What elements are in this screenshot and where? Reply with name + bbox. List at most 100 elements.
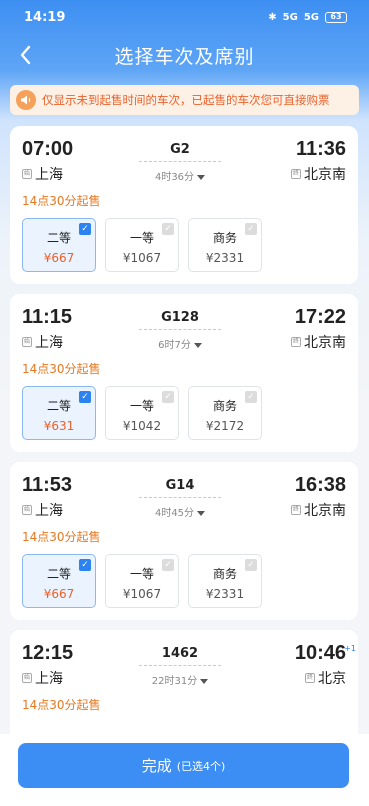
seat-price: ¥1067 (122, 251, 162, 265)
departure-station: 始上海 (22, 332, 63, 352)
origin-badge: 始 (22, 337, 32, 347)
seat-options: ✓ 二等 ¥667 ✓ 一等 ¥1067 ✓ 商务 ¥2331 (22, 218, 262, 272)
duration-text: 22时31分 (151, 676, 198, 687)
checkbox-icon[interactable]: ✓ (245, 559, 257, 571)
back-button[interactable] (14, 42, 40, 68)
duration-toggle[interactable]: 4时36分 (134, 168, 226, 183)
seat-price: ¥1067 (122, 587, 162, 601)
chevron-left-icon (20, 45, 31, 65)
status-time: 14:19 (24, 9, 66, 25)
nav-bar: 选择车次及席别 (0, 34, 369, 76)
selected-count: (已选4个) (176, 759, 226, 773)
sale-start-time: 14点30分起售 (22, 698, 101, 712)
arrival-time: 11:36 (295, 138, 346, 160)
checkbox-icon[interactable]: ✓ (162, 391, 174, 403)
departure-station-name: 上海 (35, 503, 63, 519)
notice-banner: 仅显示未到起售时间的车次，已起售的车次您可直接购票 (10, 85, 359, 115)
train-number: G128 (161, 310, 199, 325)
battery-icon: 63 (325, 11, 347, 23)
checkbox-icon[interactable]: ✓ (162, 559, 174, 571)
seat-options: ✓ 二等 ¥631 ✓ 一等 ¥1042 ✓ 商务 ¥2172 (22, 386, 262, 440)
seat-option[interactable]: ✓ 一等 ¥1067 (105, 554, 179, 608)
arrival-time: 17:22 (294, 306, 346, 328)
departure-station: 始上海 (22, 500, 63, 520)
train-number: G2 (170, 142, 190, 157)
next-day-badge: +1 (344, 644, 356, 653)
train-list: 07:00 G2 4时36分 11:36 始上海终北京南 14点30分起售 ✓ 二等 ¥667 ✓… (10, 126, 358, 798)
seat-option[interactable]: ✓ 二等 ¥667 (22, 554, 96, 608)
route-divider (139, 665, 221, 666)
checkbox-icon[interactable]: ✓ (79, 223, 91, 235)
seat-option[interactable]: ✓ 二等 ¥631 (22, 386, 96, 440)
signal-icon: 5G (282, 11, 298, 23)
done-button[interactable]: 完成 (已选4个) (18, 743, 349, 788)
seat-price: ¥2331 (205, 251, 245, 265)
page-title: 选择车次及席别 (114, 45, 255, 68)
megaphone-icon (16, 90, 36, 110)
checkbox-icon[interactable]: ✓ (245, 391, 257, 403)
duration-toggle[interactable]: 6时7分 (134, 336, 226, 351)
seat-option[interactable]: ✓ 一等 ¥1067 (105, 218, 179, 272)
bottom-bar: 完成 (已选4个) (0, 734, 369, 806)
caret-down-icon (200, 678, 209, 684)
caret-down-icon (197, 510, 206, 516)
seat-price: ¥1042 (122, 419, 162, 433)
arrival-station: 终北京南 (291, 332, 346, 352)
checkbox-icon[interactable]: ✓ (79, 559, 91, 571)
status-bar: 14:19 ✱ 5G 5G 63 (0, 0, 369, 34)
route-divider (139, 329, 221, 330)
departure-station-name: 上海 (35, 335, 63, 351)
arrival-station-name: 北京 (318, 671, 346, 687)
caret-down-icon (193, 342, 202, 348)
origin-badge: 始 (22, 505, 32, 515)
done-label: 完成 (141, 757, 172, 775)
seat-option[interactable]: ✓ 商务 ¥2331 (188, 554, 262, 608)
train-card: 11:15 G128 6时7分 17:22 始上海 终北京南 14点30分起售 ✓ 二等 ¥631… (10, 294, 358, 452)
train-number: 1462 (161, 646, 199, 661)
sale-start-time: 14点30分起售 (22, 362, 101, 376)
train-number: G14 (165, 478, 195, 493)
departure-time: 12:15 (22, 642, 74, 664)
terminal-badge: 终 (291, 169, 301, 179)
signal-icon-2: 5G (303, 11, 319, 23)
seat-price: ¥2172 (205, 419, 245, 433)
sale-start-time: 14点30分起售 (22, 194, 101, 208)
duration-text: 6时7分 (158, 340, 191, 351)
departure-station-name: 上海 (35, 167, 63, 183)
checkbox-icon[interactable]: ✓ (162, 223, 174, 235)
seat-options: ✓ 二等 ¥667 ✓ 一等 ¥1067 ✓ 商务 ¥2331 (22, 554, 262, 608)
arrival-station-name: 北京南 (304, 503, 346, 519)
arrival-station: 终北京南 (291, 164, 346, 184)
terminal-badge: 终 (291, 337, 301, 347)
arrival-station-name: 北京南 (304, 335, 346, 351)
seat-price: ¥2331 (205, 587, 245, 601)
seat-option[interactable]: ✓ 商务 ¥2331 (188, 218, 262, 272)
seat-option[interactable]: ✓ 二等 ¥667 (22, 218, 96, 272)
duration-toggle[interactable]: 22时31分 (134, 672, 226, 687)
departure-station: 始上海 (22, 164, 63, 184)
seat-price: ¥631 (43, 419, 75, 433)
departure-station: 始上海 (22, 668, 63, 688)
checkbox-icon[interactable]: ✓ (79, 391, 91, 403)
checkbox-icon[interactable]: ✓ (245, 223, 257, 235)
caret-down-icon (197, 174, 206, 180)
route-divider (139, 161, 221, 162)
seat-option[interactable]: ✓ 一等 ¥1042 (105, 386, 179, 440)
seat-price: ¥667 (43, 587, 75, 601)
route-divider (139, 497, 221, 498)
duration-text: 4时45分 (154, 508, 195, 519)
origin-badge: 始 (22, 169, 32, 179)
duration-toggle[interactable]: 4时45分 (134, 504, 226, 519)
arrival-time: 16:38 (294, 474, 346, 496)
terminal-badge: 终 (291, 505, 301, 515)
departure-station-name: 上海 (35, 671, 63, 687)
terminal-badge: 终 (305, 673, 315, 683)
departure-time: 11:15 (22, 306, 73, 328)
seat-option[interactable]: ✓ 商务 ¥2172 (188, 386, 262, 440)
arrival-station: 终北京 (305, 668, 346, 688)
bluetooth-icon: ✱ (268, 11, 277, 23)
train-card: 11:53 G14 4时45分 16:38 始上海 终北京南 14点30分起售 ✓ 二等 ¥667… (10, 462, 358, 620)
train-card: 07:00 G2 4时36分 11:36 始上海终北京南 14点30分起售 ✓ 二等 ¥667 ✓… (10, 126, 358, 284)
arrival-time: 10:46 (294, 642, 346, 664)
seat-price: ¥667 (43, 251, 75, 265)
